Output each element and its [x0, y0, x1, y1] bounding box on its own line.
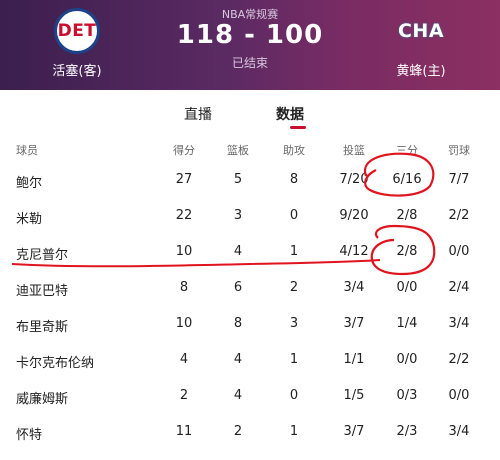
- annotation-circle-knueppel-three-pointers: [370, 224, 436, 276]
- annotation-underline-knueppel: [11, 259, 381, 268]
- red-ink-annotations: [11, 152, 436, 276]
- annotation-circle-ball-three-pointers: [363, 152, 435, 197]
